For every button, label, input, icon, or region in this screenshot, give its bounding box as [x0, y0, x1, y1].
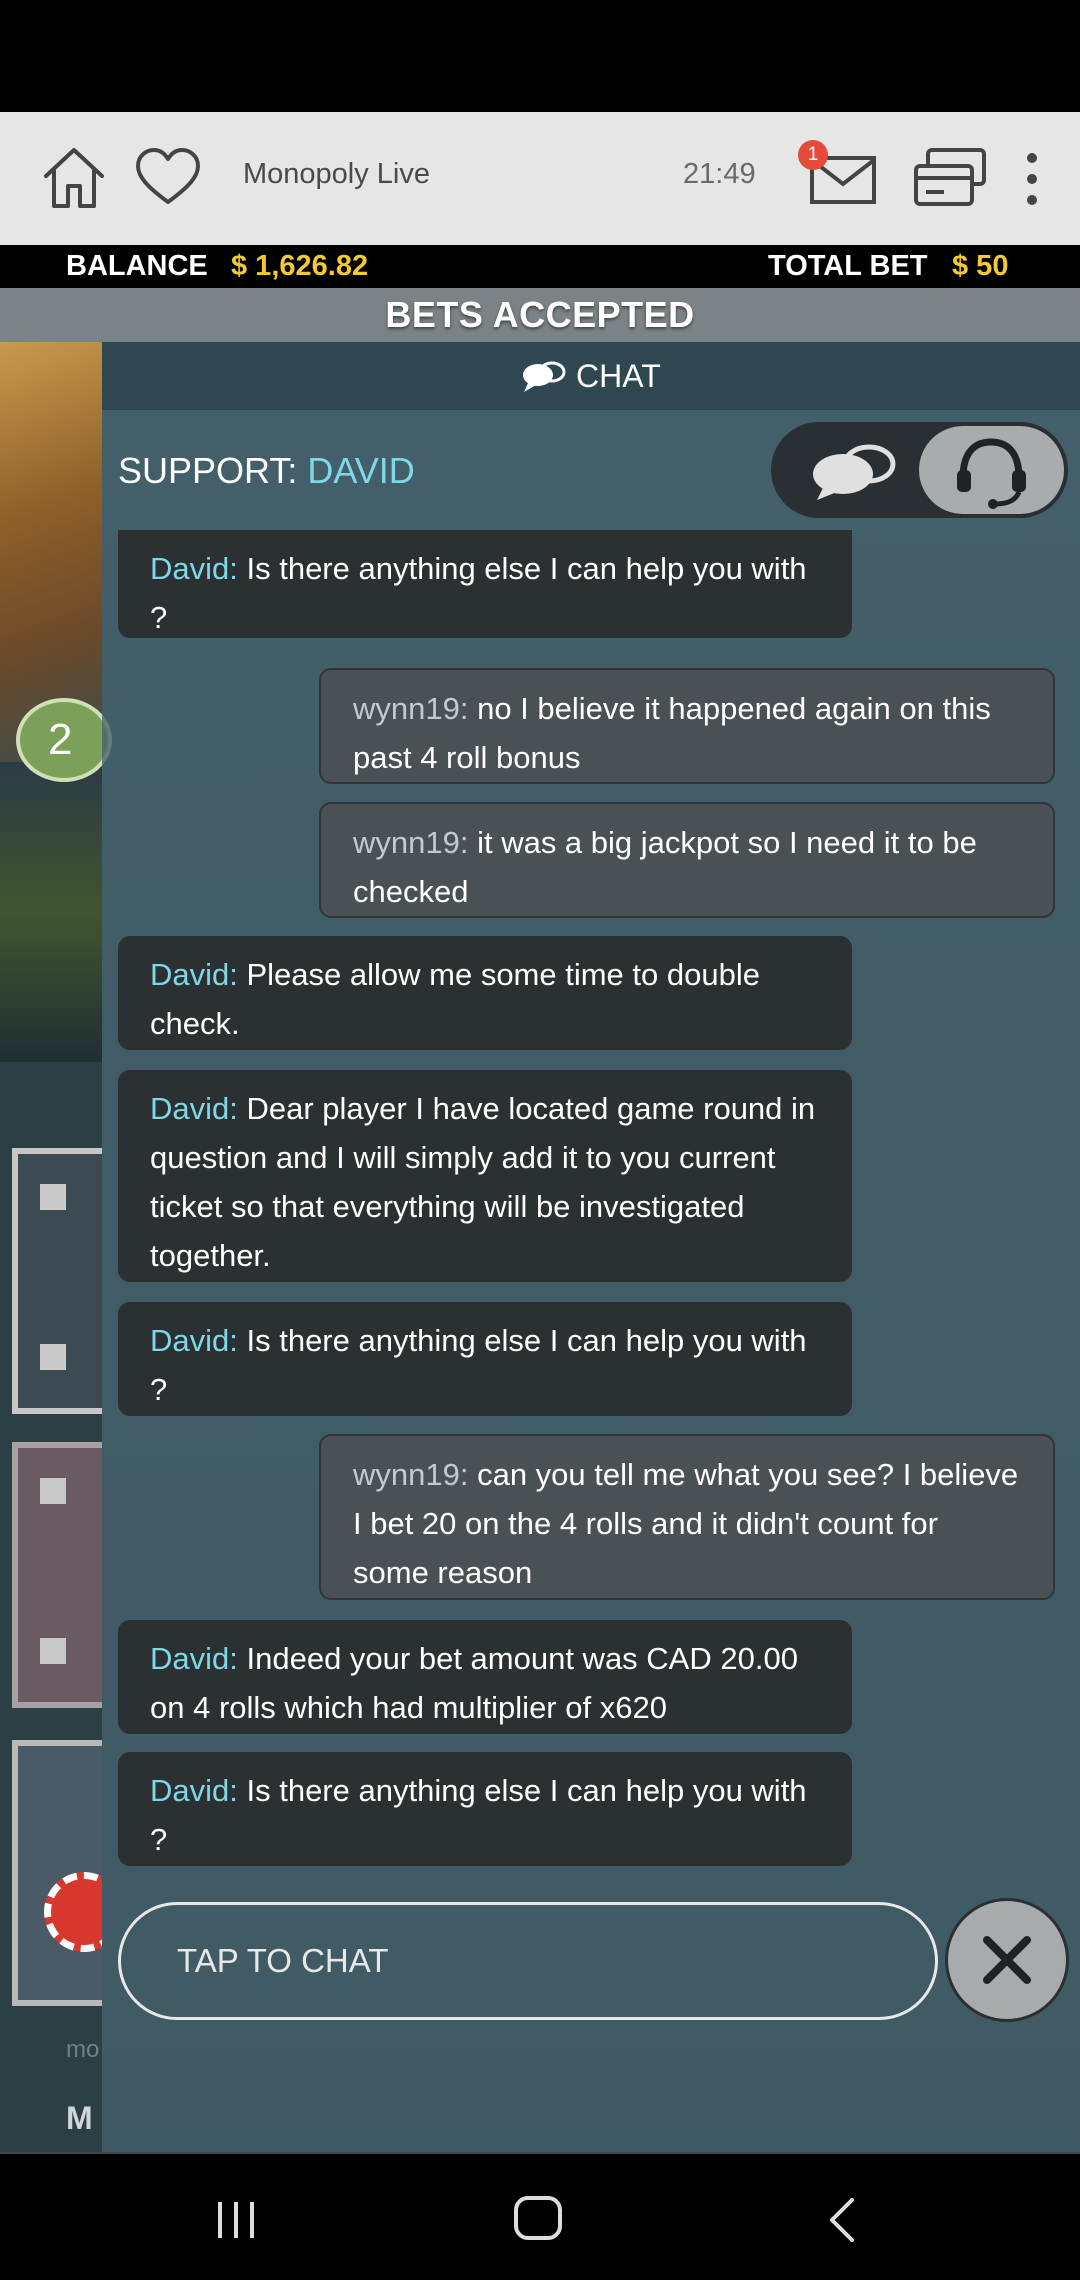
message-sender: wynn19:: [353, 1457, 469, 1492]
square-icon: [40, 1344, 66, 1370]
bet-spot[interactable]: [12, 1148, 102, 1414]
chat-message-user: wynn19: it was a big jackpot so I need i…: [319, 802, 1055, 918]
square-icon: [40, 1478, 66, 1504]
app-title: Monopoly Live: [243, 158, 430, 190]
chat-panel: CHAT SUPPORT: DAVID David: Is there anyt…: [102, 342, 1080, 2152]
more-menu-button[interactable]: [1014, 146, 1050, 212]
clock: 21:49: [683, 158, 756, 190]
message-sender: David:: [150, 1091, 238, 1126]
message-text: Is there anything else I can help you wi…: [150, 1323, 807, 1407]
chat-bubbles-icon: [813, 444, 896, 500]
support-agent-name: DAVID: [307, 450, 415, 491]
chat-input[interactable]: TAP TO CHAT: [118, 1902, 938, 2020]
chat-message-agent: David: Is there anything else I can help…: [118, 530, 852, 638]
message-sender: David:: [150, 551, 238, 586]
total-bet-value: $ 50: [952, 250, 1009, 282]
status-bar: [0, 0, 1080, 112]
message-sender: wynn19:: [353, 825, 469, 860]
chat-message-agent: David: Is there anything else I can help…: [118, 1752, 852, 1866]
back-icon: [830, 2198, 854, 2242]
bet-spot[interactable]: [12, 1442, 102, 1708]
system-nav-bar: [0, 2152, 1080, 2280]
notification-badge: 1: [798, 140, 828, 170]
total-bet-label: TOTAL BET: [768, 250, 928, 282]
chat-mode-toggle: [771, 422, 1068, 518]
system-home-icon: [514, 2196, 562, 2240]
home-icon: [44, 148, 104, 208]
message-text: Dear player I have located game round in…: [150, 1091, 816, 1273]
table-title: M: [66, 2100, 93, 2136]
chat-bubbles-icon: [523, 361, 566, 392]
app-bar: Monopoly Live 21:49 1: [0, 112, 1080, 245]
live-video-strip: [0, 342, 102, 2152]
chat-message-user: wynn19: no I believe it happened again o…: [319, 668, 1055, 784]
chat-header[interactable]: CHAT: [102, 342, 1080, 410]
message-sender: David:: [150, 1773, 238, 1808]
chat-message-user: wynn19: can you tell me what you see? I …: [319, 1434, 1055, 1600]
chat-message-agent: David: Is there anything else I can help…: [118, 1302, 852, 1416]
balance-label: BALANCE: [66, 250, 208, 282]
chat-title: CHAT: [576, 358, 661, 395]
close-chat-button[interactable]: [945, 1898, 1069, 2022]
favorite-button[interactable]: [132, 142, 204, 214]
support-label-text: SUPPORT:: [118, 450, 298, 491]
message-sender: wynn19:: [353, 691, 469, 726]
player-chat-tab[interactable]: [791, 436, 911, 504]
balance-bar: BALANCE $ 1,626.82 TOTAL BET $ 50: [0, 245, 1080, 288]
message-sender: David:: [150, 957, 238, 992]
message-sender: David:: [150, 1323, 238, 1358]
home-button[interactable]: [38, 142, 110, 214]
chat-message-agent: David: Dear player I have located game r…: [118, 1070, 852, 1282]
message-text: Is there anything else I can help you wi…: [150, 1773, 807, 1857]
chat-message-agent: David: Indeed your bet amount was CAD 20…: [118, 1620, 852, 1734]
system-home-button[interactable]: [510, 2190, 566, 2246]
round-badge: 2: [16, 698, 112, 782]
status-banner: BETS ACCEPTED: [0, 288, 1080, 342]
recents-button[interactable]: [214, 2198, 258, 2242]
square-icon: [40, 1184, 66, 1210]
balance-value: $ 1,626.82: [231, 250, 369, 282]
message-text: Is there anything else I can help you wi…: [150, 551, 807, 635]
casino-plants-image: [0, 762, 102, 1062]
player-name: mo: [66, 2036, 100, 2063]
support-label: SUPPORT: DAVID: [118, 450, 415, 492]
headset-icon: [957, 438, 1026, 509]
heart-icon: [136, 148, 200, 204]
back-button[interactable]: [822, 2194, 862, 2246]
message-sender: David:: [150, 1641, 238, 1676]
message-text: Indeed your bet amount was CAD 20.00 on …: [150, 1641, 798, 1725]
cashier-icon: [914, 148, 986, 206]
more-vertical-icon: [1027, 153, 1037, 205]
recents-icon: [218, 2202, 254, 2238]
chat-message-agent: David: Please allow me some time to doub…: [118, 936, 852, 1050]
cashier-button[interactable]: [912, 146, 988, 210]
message-text: Please allow me some time to double chec…: [150, 957, 760, 1041]
square-icon: [40, 1638, 66, 1664]
close-icon: [983, 1936, 1031, 1984]
support-chat-tab[interactable]: [919, 426, 1064, 514]
